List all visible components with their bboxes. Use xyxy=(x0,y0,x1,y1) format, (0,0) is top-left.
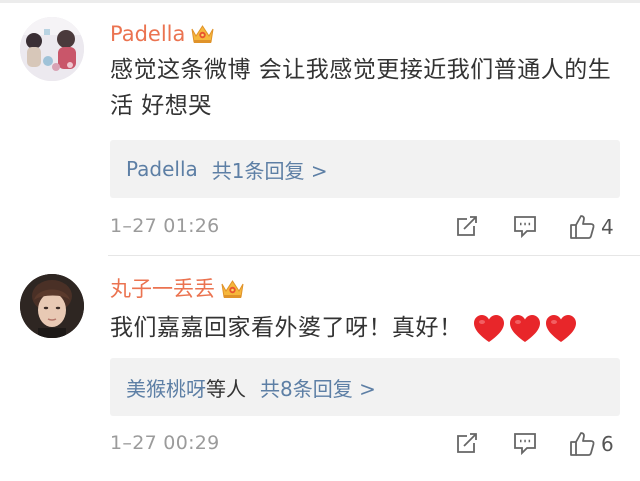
username-text[interactable]: 丸子一丢丢 xyxy=(110,277,215,301)
like-icon[interactable] xyxy=(568,430,596,458)
reply-author[interactable]: 美猴桃呀 xyxy=(126,373,206,402)
comment-footer: 1–27 01:26 4 xyxy=(110,213,620,243)
heart-emojis xyxy=(473,314,577,343)
reply-count[interactable]: 共8条回复 > xyxy=(260,373,376,402)
share-icon[interactable] xyxy=(454,213,480,239)
avatar[interactable] xyxy=(20,17,84,81)
like-count: 4 xyxy=(601,215,614,239)
comment-item: Padella 感觉这条微博 会让我感觉更接近我们普通人的生活 好想哭 Pade… xyxy=(0,0,640,256)
crown-badge-icon xyxy=(220,278,245,300)
comment-footer: 1–27 00:29 6 xyxy=(110,430,620,460)
username-text[interactable]: Padella xyxy=(110,22,185,46)
reply-count[interactable]: 共1条回复 > xyxy=(212,155,328,184)
timestamp: 1–27 01:26 xyxy=(110,215,220,237)
heart-icon xyxy=(473,314,504,342)
comment-text-row: 我们嘉嘉回家看外婆了呀！真好！ xyxy=(110,310,620,346)
comment-item: 丸子一丢丢 我们嘉嘉回家看外婆了呀！真好！ 美猴桃呀 等人 共8条回复 > 1–… xyxy=(0,256,640,481)
comment-icon[interactable] xyxy=(512,430,538,456)
comment-icon[interactable] xyxy=(512,213,538,239)
heart-icon xyxy=(509,314,540,342)
comment-text: 感觉这条微博 会让我感觉更接近我们普通人的生活 好想哭 xyxy=(110,57,612,119)
reply-summary[interactable]: 美猴桃呀 等人 共8条回复 > xyxy=(110,358,620,416)
reply-others: 等人 xyxy=(206,376,246,401)
heart-icon xyxy=(545,314,576,342)
comment-text: 我们嘉嘉回家看外婆了呀！真好！ xyxy=(110,315,463,341)
crown-badge-icon xyxy=(190,23,215,45)
reply-author[interactable]: Padella xyxy=(126,157,198,181)
like-icon[interactable] xyxy=(568,213,596,241)
like-count: 6 xyxy=(601,432,614,456)
timestamp: 1–27 00:29 xyxy=(110,432,220,454)
reply-summary[interactable]: Padella 共1条回复 > xyxy=(110,140,620,198)
share-icon[interactable] xyxy=(454,430,480,456)
username[interactable]: Padella xyxy=(110,22,215,46)
username[interactable]: 丸子一丢丢 xyxy=(110,277,245,301)
avatar[interactable] xyxy=(20,274,84,338)
